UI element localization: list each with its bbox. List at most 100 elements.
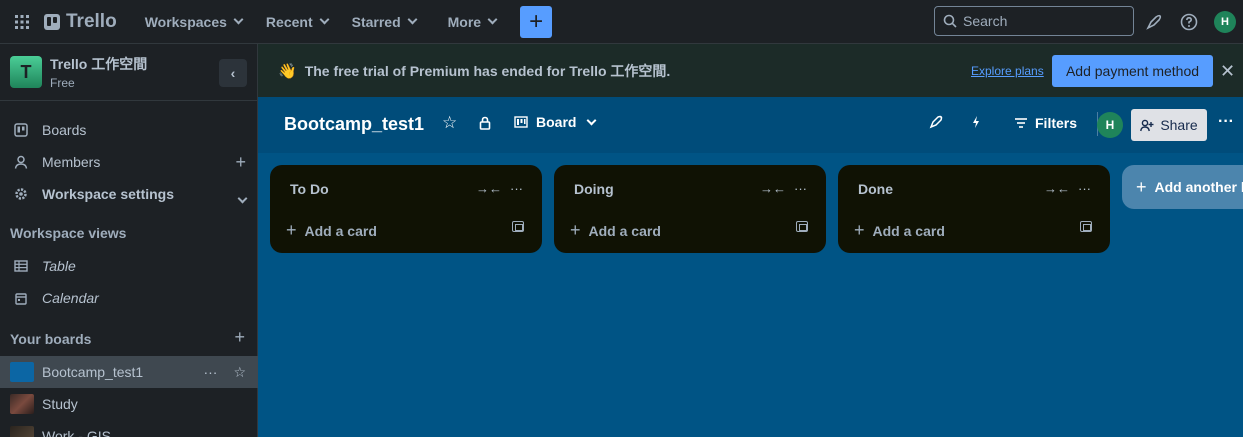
add-card-button[interactable]: + Add a card xyxy=(570,220,661,241)
sidebar-item-boards[interactable]: Boards xyxy=(0,114,258,146)
add-card-label: Add a card xyxy=(304,222,377,239)
card-template-icon[interactable] xyxy=(512,221,524,232)
sidebar-item-table-label: Table xyxy=(42,258,76,274)
chevron-down-icon xyxy=(319,14,330,25)
star-icon[interactable]: ☆ xyxy=(233,364,246,381)
sidebar-item-boards-label: Boards xyxy=(42,122,87,138)
workspace-header: T Trello 工作空間 Free ‹ xyxy=(0,44,257,101)
board-name: Bootcamp_test1 xyxy=(42,364,144,380)
board-view-label: Board xyxy=(536,114,577,130)
plus-icon: + xyxy=(286,220,297,240)
automation-icon[interactable] xyxy=(971,115,981,129)
filters-button[interactable]: Filters xyxy=(1015,115,1077,131)
board-thumbnail xyxy=(10,394,34,414)
list-menu-icon[interactable]: ··· xyxy=(794,181,807,196)
sidebar-board-study[interactable]: Study xyxy=(0,388,258,420)
board-view-switcher[interactable]: Board xyxy=(514,114,597,130)
add-card-button[interactable]: + Add a card xyxy=(286,220,377,241)
add-board-icon[interactable]: + xyxy=(234,327,245,348)
trial-banner: 👋 The free trial of Premium has ended fo… xyxy=(258,44,1243,97)
star-icon[interactable]: ☆ xyxy=(442,113,457,133)
add-list-label: Add another list xyxy=(1154,179,1243,195)
nav-recent[interactable]: Recent xyxy=(254,6,340,38)
list-title[interactable]: Doing xyxy=(574,181,614,197)
trello-logo[interactable]: Trello xyxy=(44,11,117,33)
app-switcher-icon[interactable] xyxy=(0,0,44,44)
nav-workspaces[interactable]: Workspaces xyxy=(133,6,254,38)
list-menu-icon[interactable]: ··· xyxy=(510,181,523,196)
notifications-icon[interactable] xyxy=(1143,11,1165,33)
person-icon xyxy=(12,155,30,169)
account-avatar[interactable]: H xyxy=(1214,11,1236,33)
sidebar-item-members-label: Members xyxy=(42,154,101,170)
your-boards-title: Your boards xyxy=(10,331,92,347)
board-name: Study xyxy=(42,396,78,412)
sidebar-board-bootcamp[interactable]: Bootcamp_test1 ··· ☆ xyxy=(0,356,258,388)
nav-workspaces-label: Workspaces xyxy=(144,13,227,30)
sidebar-item-calendar[interactable]: Calendar xyxy=(0,282,258,314)
sidebar: T Trello 工作空間 Free ‹ Boards Members + Wo… xyxy=(0,44,258,437)
board-name: Work - GIS xyxy=(42,428,111,437)
board-member-avatar[interactable]: H xyxy=(1097,112,1123,138)
add-member-icon[interactable]: + xyxy=(235,152,246,173)
chevron-down-icon[interactable] xyxy=(237,186,248,207)
share-button[interactable]: Share xyxy=(1131,109,1207,141)
list-menu-icon[interactable]: ··· xyxy=(1078,181,1091,196)
power-ups-icon[interactable] xyxy=(929,115,943,129)
add-card-button[interactable]: + Add a card xyxy=(854,220,945,241)
plus-icon: + xyxy=(1136,176,1147,197)
add-card-label: Add a card xyxy=(872,222,945,239)
nav-more[interactable]: More xyxy=(436,6,508,38)
filter-icon xyxy=(1015,118,1027,128)
filters-label: Filters xyxy=(1035,115,1078,131)
close-icon[interactable]: ✕ xyxy=(1220,61,1235,82)
card-template-icon[interactable] xyxy=(796,221,808,232)
workspace-name[interactable]: Trello 工作空間 xyxy=(50,54,147,74)
add-person-icon xyxy=(1140,119,1154,131)
explore-plans-link[interactable]: Explore plans xyxy=(971,64,1044,78)
search-icon xyxy=(943,14,957,28)
lock-icon[interactable] xyxy=(479,116,491,130)
card-template-icon[interactable] xyxy=(1080,221,1092,232)
collapse-list-icon[interactable]: →← xyxy=(760,181,786,196)
chevron-down-icon xyxy=(487,14,498,25)
share-label: Share xyxy=(1160,117,1198,133)
sidebar-item-members[interactable]: Members + xyxy=(0,146,258,178)
collapse-list-icon[interactable]: →← xyxy=(1044,181,1070,196)
avatar-initial: H xyxy=(1214,11,1236,33)
search-input[interactable]: Search xyxy=(934,6,1134,36)
board-title[interactable]: Bootcamp_test1 xyxy=(284,114,424,135)
board-menu-icon[interactable]: ··· xyxy=(1218,113,1234,131)
create-button[interactable]: + xyxy=(520,5,553,38)
sidebar-item-settings-label: Workspace settings xyxy=(42,186,175,202)
chevron-down-icon xyxy=(587,115,597,125)
add-payment-method-button[interactable]: Add payment method xyxy=(1052,55,1213,87)
plus-icon: + xyxy=(529,7,544,35)
workspace-logo: T xyxy=(10,56,42,88)
list-to-do: To Do →← ··· + Add a card xyxy=(270,165,542,253)
plus-icon: + xyxy=(570,220,581,240)
sidebar-board-work-gis[interactable]: Work - GIS xyxy=(0,420,258,437)
collapse-list-icon[interactable]: →← xyxy=(476,181,502,196)
board-view-icon xyxy=(514,116,528,128)
board-thumbnail xyxy=(10,426,34,437)
nav-starred-label: Starred xyxy=(351,13,401,30)
list-title[interactable]: To Do xyxy=(290,181,329,197)
board-header: Bootcamp_test1 ☆ Board Filters H Share ·… xyxy=(258,97,1243,153)
nav-starred[interactable]: Starred xyxy=(340,6,428,38)
sidebar-item-table[interactable]: Table xyxy=(0,250,258,282)
add-list-button[interactable]: + Add another list xyxy=(1122,165,1243,209)
top-nav: Trello Workspaces Recent Starred More + … xyxy=(0,0,1243,44)
chevron-down-icon xyxy=(233,14,244,25)
collapse-sidebar-button[interactable]: ‹ xyxy=(219,59,247,87)
board-more-icon[interactable]: ··· xyxy=(203,364,217,381)
chevron-left-icon: ‹ xyxy=(230,65,236,81)
chevron-down-icon xyxy=(407,14,418,25)
sidebar-item-workspace-settings[interactable]: Workspace settings xyxy=(0,178,258,210)
list-done: Done →← ··· + Add a card xyxy=(838,165,1110,253)
table-icon xyxy=(12,260,30,272)
help-icon[interactable] xyxy=(1178,11,1200,33)
list-title[interactable]: Done xyxy=(858,181,893,197)
board-canvas: 👋 The free trial of Premium has ended fo… xyxy=(258,44,1243,437)
workspace-plan: Free xyxy=(50,76,75,90)
